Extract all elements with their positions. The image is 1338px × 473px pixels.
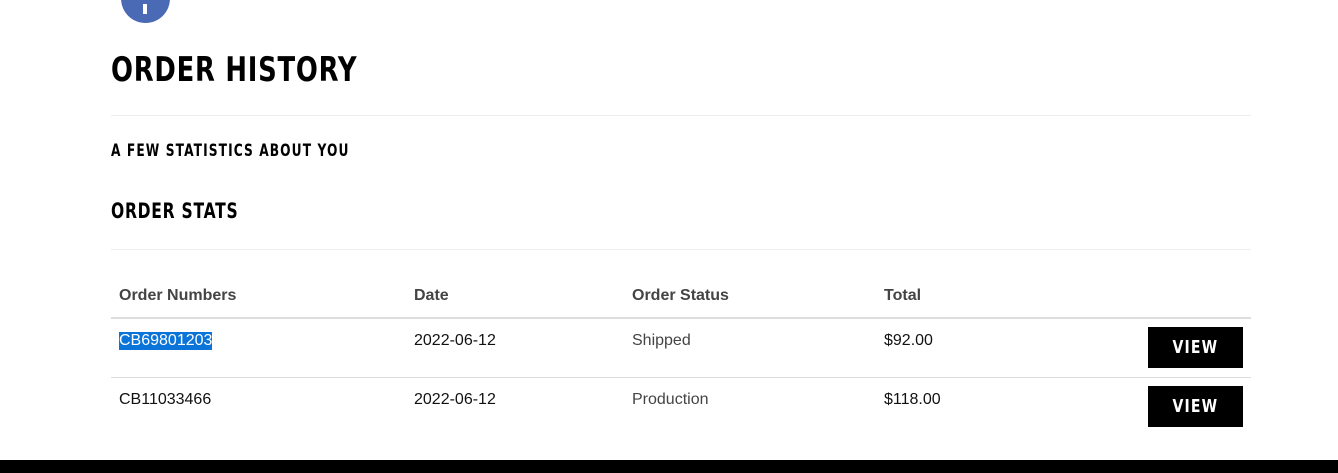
divider [111,115,1251,116]
order-history-page: ORDER HISTORY A FEW STATISTICS ABOUT YOU… [0,0,1338,473]
order-status: Shipped [632,332,691,349]
view-order-button[interactable]: VIEW [1148,386,1243,427]
facebook-icon[interactable] [121,0,170,23]
order-stats-title: ORDER STATS [111,199,239,223]
view-button-label: VIEW [1172,337,1219,358]
statistics-subtitle: A FEW STATISTICS ABOUT YOU [111,141,350,161]
order-number[interactable]: CB69801203 [119,332,213,350]
order-total: $118.00 [884,391,941,408]
table-row: CB11033466 2022-06-12 Production $118.00… [111,378,1251,436]
order-number[interactable]: CB11033466 [119,391,211,409]
order-total: $92.00 [884,332,933,349]
table-header: Order Numbers Date Order Status Total [111,275,1251,319]
footer-bar [0,460,1338,473]
page-title: ORDER HISTORY [111,50,358,90]
header-total: Total [884,287,922,304]
header-order-numbers: Order Numbers [119,287,237,304]
order-status: Production [632,391,709,408]
orders-table: Order Numbers Date Order Status Total CB… [111,275,1251,436]
divider [111,249,1251,250]
table-row: CB69801203 2022-06-12 Shipped $92.00 VIE… [111,319,1251,378]
facebook-glyph [143,4,147,14]
header-order-status: Order Status [632,287,729,304]
header-date: Date [414,287,449,304]
view-order-button[interactable]: VIEW [1148,327,1243,368]
order-date: 2022-06-12 [414,332,496,349]
order-date: 2022-06-12 [414,391,496,408]
view-button-label: VIEW [1172,396,1219,417]
